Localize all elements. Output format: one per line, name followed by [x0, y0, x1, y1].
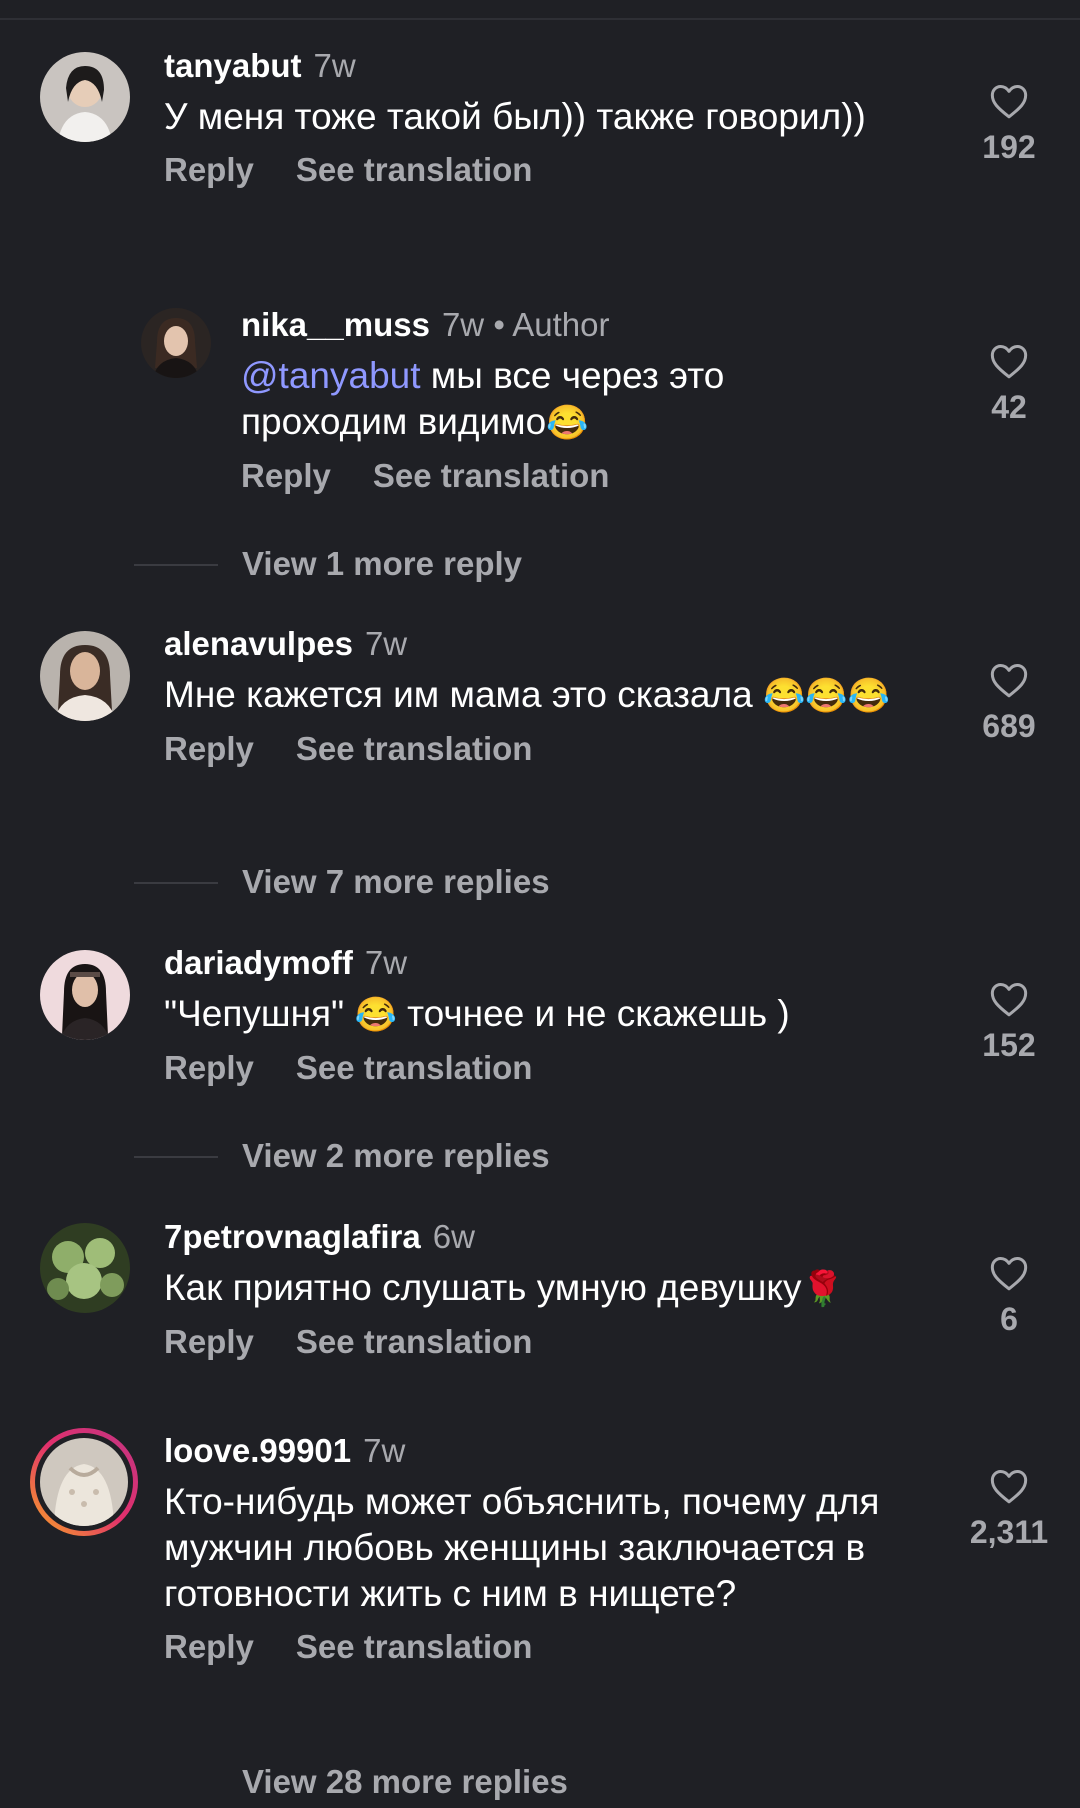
- see-translation-button[interactable]: See translation: [296, 1322, 533, 1362]
- reply-button[interactable]: Reply: [164, 150, 254, 190]
- heart-outline-icon: [990, 1257, 1028, 1291]
- reply-button[interactable]: Reply: [241, 456, 331, 496]
- reply-button[interactable]: Reply: [164, 1322, 254, 1362]
- like-count: 689: [982, 708, 1036, 744]
- comment-username[interactable]: tanyabut: [164, 47, 302, 84]
- comment-timestamp: 7w: [363, 1432, 406, 1469]
- avatar-story-ring[interactable]: [30, 1428, 138, 1536]
- see-translation-button[interactable]: See translation: [296, 729, 533, 769]
- avatar[interactable]: [40, 1223, 130, 1313]
- view-more-replies[interactable]: View 1 more reply: [134, 544, 934, 584]
- like-button[interactable]: 42: [949, 342, 1069, 426]
- comment-timestamp: 7w: [364, 944, 408, 981]
- avatar[interactable]: [141, 308, 211, 378]
- view-more-replies[interactable]: View 2 more replies: [134, 1136, 934, 1176]
- laughing-emoji: 😂😂😂: [762, 677, 890, 715]
- like-count: 6: [1000, 1301, 1018, 1337]
- heart-outline-icon: [990, 983, 1028, 1017]
- comment-text: У меня тоже такой был)) также говорил)): [164, 96, 866, 137]
- comment-username[interactable]: dariadymoff: [164, 944, 353, 981]
- avatar[interactable]: [40, 52, 130, 142]
- like-button[interactable]: 192: [949, 82, 1069, 166]
- avatar[interactable]: [40, 631, 130, 721]
- reply-button[interactable]: Reply: [164, 1048, 254, 1088]
- like-button[interactable]: 689: [949, 661, 1069, 745]
- like-button[interactable]: 152: [949, 980, 1069, 1064]
- comment-text: Мне кажется им мама это сказала: [164, 674, 753, 715]
- comment-username[interactable]: alenavulpes: [164, 625, 353, 662]
- view-more-label[interactable]: View 1 more reply: [242, 544, 522, 584]
- view-more-label[interactable]: View 2 more replies: [242, 1136, 550, 1176]
- view-more-replies[interactable]: View 7 more replies: [134, 862, 934, 902]
- see-translation-button[interactable]: See translation: [296, 1627, 533, 1667]
- reply-button[interactable]: Reply: [164, 1627, 254, 1667]
- see-translation-button[interactable]: See translation: [373, 456, 610, 496]
- thread-line: [134, 882, 218, 884]
- top-divider: [0, 18, 1080, 20]
- heart-outline-icon: [990, 345, 1028, 379]
- comment-timestamp: 6w: [432, 1218, 475, 1255]
- view-more-label[interactable]: View 7 more replies: [242, 862, 550, 902]
- like-count: 152: [982, 1027, 1036, 1063]
- comment-text-continued: точнее и не скажешь ): [396, 993, 790, 1034]
- view-more-replies[interactable]: View 28 more replies: [134, 1762, 934, 1802]
- laughing-emoji: 😂: [354, 996, 397, 1034]
- laughing-emoji: 😂: [546, 404, 589, 442]
- comment-username[interactable]: 7petrovnaglafira: [164, 1218, 421, 1255]
- thread-line: [134, 564, 218, 566]
- avatar[interactable]: [40, 950, 130, 1040]
- see-translation-button[interactable]: See translation: [296, 1048, 533, 1088]
- comment-text: Кто-нибудь может объяснить, почему для м…: [164, 1481, 880, 1614]
- view-more-label[interactable]: View 28 more replies: [242, 1762, 568, 1802]
- comment-username[interactable]: loove.99901: [164, 1432, 351, 1469]
- reply-timestamp: 7w: [441, 306, 485, 343]
- heart-outline-icon: [990, 664, 1028, 698]
- rose-emoji: 🌹: [801, 1270, 844, 1308]
- comment-timestamp: 7w: [364, 625, 408, 662]
- see-translation-button[interactable]: See translation: [296, 150, 533, 190]
- author-badge: • Author: [493, 306, 610, 343]
- comment-text: "Чепушня": [164, 993, 355, 1034]
- like-button[interactable]: 2,311: [949, 1467, 1069, 1551]
- reply-button[interactable]: Reply: [164, 729, 254, 769]
- like-button[interactable]: 6: [949, 1254, 1069, 1338]
- comment-timestamp: 7w: [313, 47, 356, 84]
- like-count: 42: [991, 389, 1027, 425]
- thread-line: [134, 1156, 218, 1158]
- heart-outline-icon: [990, 85, 1028, 119]
- heart-outline-icon: [990, 1470, 1028, 1504]
- mention-link[interactable]: @tanyabut: [241, 355, 421, 396]
- comment-text: Как приятно слушать умную девушку: [164, 1267, 802, 1308]
- like-count: 192: [982, 129, 1036, 165]
- reply-username[interactable]: nika__muss: [241, 306, 430, 343]
- like-count: 2,311: [969, 1514, 1049, 1550]
